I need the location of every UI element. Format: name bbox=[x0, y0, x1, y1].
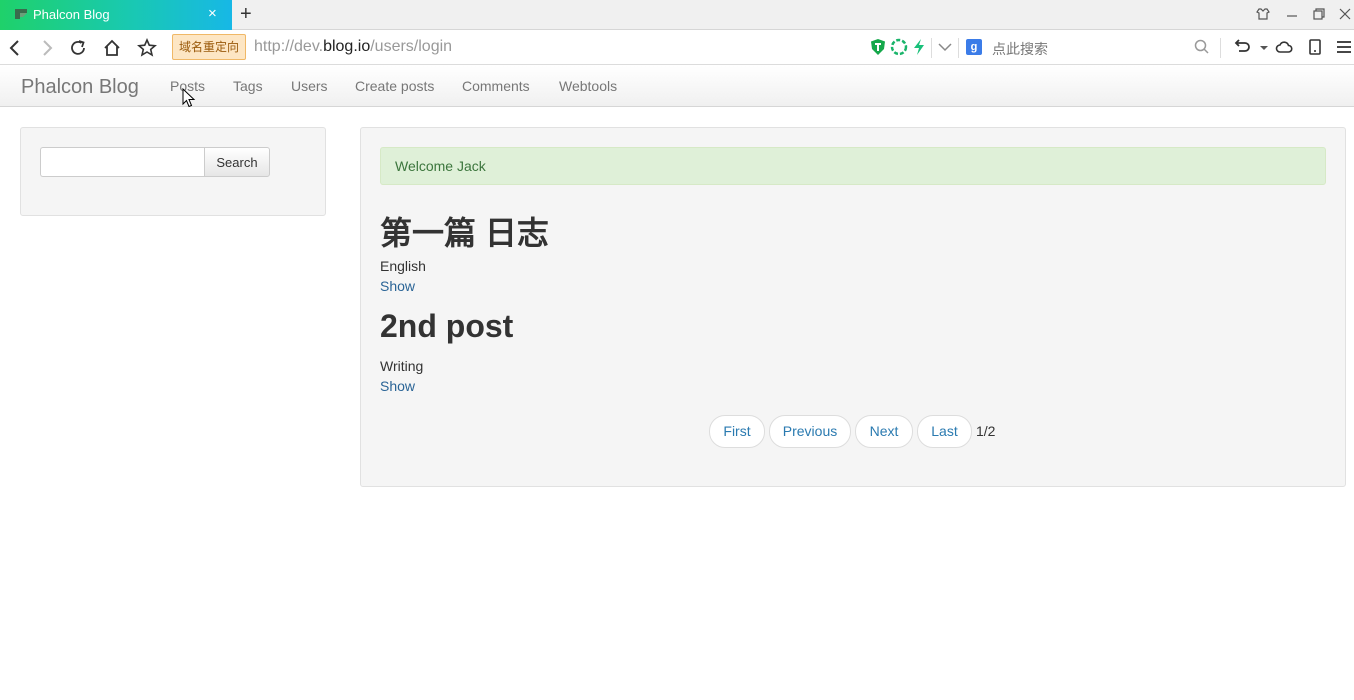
nav-link-webtools[interactable]: Webtools bbox=[559, 78, 617, 94]
pagination-next-button[interactable]: Next bbox=[855, 415, 913, 448]
address-bar: 域名重定向 http://dev.blog.io/users/login g 点… bbox=[0, 30, 1354, 65]
new-tab-button[interactable]: + bbox=[240, 3, 252, 26]
pagination-last-button[interactable]: Last bbox=[917, 415, 972, 448]
search-icon[interactable] bbox=[1193, 38, 1211, 56]
sidebar: Search bbox=[20, 127, 326, 216]
back-icon[interactable] bbox=[5, 38, 25, 58]
post-title: 第一篇 日志 bbox=[380, 215, 549, 251]
tab-close-icon[interactable]: × bbox=[208, 5, 217, 22]
minimize-icon[interactable] bbox=[1284, 6, 1300, 22]
nav-link-tags[interactable]: Tags bbox=[233, 78, 263, 94]
divider bbox=[1220, 38, 1221, 58]
phone-icon[interactable] bbox=[1306, 38, 1324, 56]
lightning-icon[interactable] bbox=[910, 38, 928, 56]
post-category: English bbox=[380, 258, 426, 274]
post-title: 2nd post bbox=[380, 308, 514, 344]
divider bbox=[931, 38, 932, 58]
restore-icon[interactable] bbox=[1311, 6, 1327, 22]
phalcon-favicon-icon bbox=[15, 9, 27, 19]
browser-tab-bar: Phalcon Blog × + bbox=[0, 0, 1354, 30]
welcome-alert: Welcome Jack bbox=[380, 147, 1326, 185]
undo-icon[interactable] bbox=[1232, 38, 1250, 56]
skin-icon[interactable] bbox=[1255, 6, 1271, 22]
chevron-down-icon[interactable] bbox=[936, 38, 954, 56]
nav-link-create-posts[interactable]: Create posts bbox=[355, 78, 434, 94]
post-category: Writing bbox=[380, 358, 424, 374]
mouse-cursor-icon bbox=[182, 88, 196, 108]
extension-clover-icon[interactable] bbox=[890, 38, 908, 56]
url-path: /users/login bbox=[370, 38, 453, 55]
search-engine-icon[interactable]: g bbox=[966, 39, 982, 55]
divider bbox=[958, 38, 959, 58]
cloud-icon[interactable] bbox=[1275, 38, 1293, 56]
post-show-link[interactable]: Show bbox=[380, 278, 415, 294]
brand-link[interactable]: Phalcon Blog bbox=[21, 76, 139, 99]
nav-link-users[interactable]: Users bbox=[291, 78, 328, 94]
bookmark-star-icon[interactable] bbox=[137, 38, 157, 58]
menu-icon[interactable] bbox=[1335, 38, 1353, 56]
search-input[interactable] bbox=[40, 147, 205, 177]
redirect-badge[interactable]: 域名重定向 bbox=[172, 34, 247, 60]
browser-tab[interactable]: Phalcon Blog × bbox=[0, 0, 232, 30]
url-text[interactable]: http://dev.blog.io/users/login bbox=[254, 38, 452, 56]
url-host: blog.io bbox=[323, 38, 371, 55]
security-shield-icon[interactable] bbox=[869, 38, 887, 56]
pagination-first-button[interactable]: First bbox=[709, 415, 765, 448]
chevron-down-icon[interactable] bbox=[1255, 38, 1273, 56]
nav-link-comments[interactable]: Comments bbox=[462, 78, 530, 94]
pagination-previous-button[interactable]: Previous bbox=[769, 415, 851, 448]
post-show-link[interactable]: Show bbox=[380, 378, 415, 394]
site-navbar: Phalcon Blog Posts Tags Users Create pos… bbox=[0, 66, 1354, 107]
reload-icon[interactable] bbox=[68, 38, 88, 58]
search-button[interactable]: Search bbox=[204, 147, 270, 177]
url-prefix: http://dev. bbox=[254, 38, 324, 55]
browser-search-input[interactable]: 点此搜索 bbox=[992, 39, 1048, 59]
close-window-icon[interactable] bbox=[1337, 6, 1353, 22]
forward-icon[interactable] bbox=[37, 38, 57, 58]
tab-title: Phalcon Blog bbox=[33, 7, 110, 22]
pagination-count: 1/2 bbox=[976, 423, 996, 439]
home-icon[interactable] bbox=[102, 38, 122, 58]
main-panel: Welcome Jack 第一篇 日志 English Show 2nd pos… bbox=[360, 127, 1346, 487]
